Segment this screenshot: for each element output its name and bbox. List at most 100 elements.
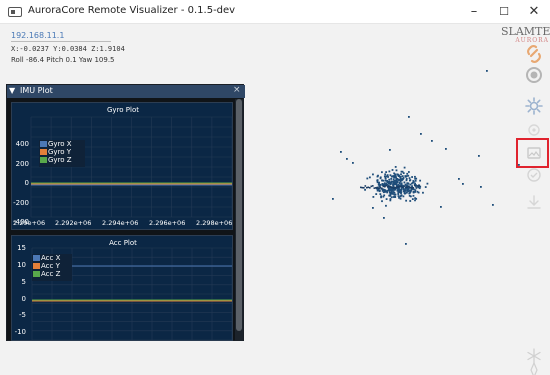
imu-close-icon[interactable]: ×: [233, 85, 241, 95]
cloud-point: [411, 187, 413, 189]
cloud-point: [389, 198, 392, 200]
cloud-point: [458, 178, 460, 180]
cloud-point: [385, 204, 387, 207]
cloud-point: [392, 184, 395, 187]
cloud-point: [379, 177, 382, 180]
settings-icon[interactable]: [522, 94, 546, 118]
cloud-point: [393, 179, 396, 182]
cloud-point: [383, 175, 386, 178]
cloud-point: [407, 171, 410, 173]
gyro-xtick: 2.298e+06: [196, 219, 233, 227]
cloud-point: [420, 133, 422, 135]
cloud-point: [388, 178, 391, 181]
cloud-point: [412, 187, 415, 189]
cloud-point: [376, 175, 379, 178]
cloud-point: [372, 173, 374, 176]
acc-ytick: -10: [14, 328, 26, 336]
acc-ytick: 0: [21, 295, 26, 303]
cloud-point: [409, 179, 412, 181]
gyro-ytick: 200: [15, 160, 29, 168]
cloud-point: [390, 175, 393, 178]
cloud-point: [414, 179, 417, 182]
cloud-point: [380, 195, 383, 198]
cloud-point: [370, 185, 373, 188]
cloud-point: [414, 199, 416, 202]
cloud-point: [393, 187, 395, 189]
cloud-point: [404, 190, 407, 192]
legend-item: Gyro Z: [39, 156, 85, 164]
gyro-plot-canvas[interactable]: [12, 103, 234, 231]
cloud-point: [389, 194, 392, 197]
cloud-point: [391, 186, 394, 189]
cloud-point: [492, 204, 494, 206]
cloud-point: [412, 194, 415, 197]
imu-plot-window[interactable]: ▼ IMU Plot × Gyro Plot 400 200 0 -200 -4…: [6, 84, 245, 341]
acc-plot[interactable]: Acc Plot 15 10 5 0 -5 -10 Acc X Acc Y Ac…: [11, 235, 233, 341]
cloud-point: [360, 186, 362, 189]
cloud-point: [382, 185, 385, 188]
cloud-point: [406, 189, 409, 192]
cloud-point: [380, 171, 383, 174]
cloud-point: [408, 192, 411, 195]
cloud-point: [379, 193, 382, 196]
legend-item: Acc Z: [32, 270, 72, 278]
legend-swatch: [40, 157, 47, 163]
cloud-point: [390, 181, 393, 184]
cloud-point: [385, 171, 388, 174]
cloud-point: [426, 182, 429, 185]
cloud-point: [379, 186, 382, 189]
legend-label: Acc X: [41, 254, 61, 262]
cloud-point: [381, 183, 384, 185]
acc-ytick: 15: [17, 244, 26, 252]
cloud-point: [384, 179, 387, 182]
acc-legend: Acc X Acc Y Acc Z: [32, 254, 72, 281]
record-icon[interactable]: [522, 63, 546, 87]
legend-label: Gyro Z: [48, 156, 72, 164]
download-icon[interactable]: [522, 190, 546, 214]
imu-window-titlebar[interactable]: ▼ IMU Plot ×: [7, 85, 245, 98]
acc-ytick: -5: [19, 311, 26, 319]
cloud-point: [394, 188, 397, 191]
cloud-point: [375, 193, 378, 195]
imu-scrollbar-thumb[interactable]: [236, 99, 242, 331]
cloud-point: [390, 190, 393, 192]
cloud-point: [393, 176, 396, 179]
cloud-point: [395, 169, 398, 172]
cloud-point: [373, 187, 376, 189]
cloud-point: [383, 217, 385, 219]
gyro-ytick: 0: [24, 179, 29, 187]
cloud-point: [368, 176, 371, 179]
gyro-plot[interactable]: Gyro Plot 400 200 0 -200 -400 Gyro X Gyr…: [11, 102, 233, 230]
cloud-point: [396, 173, 399, 176]
cloud-point: [417, 191, 420, 194]
cloud-point: [340, 151, 342, 153]
cloud-point: [408, 116, 410, 118]
cloud-point: [394, 196, 397, 198]
legend-item: Acc X: [32, 254, 72, 262]
cloud-point: [364, 188, 366, 191]
cloud-point: [402, 172, 405, 175]
cloud-point: [407, 174, 410, 177]
compass-icon[interactable]: [522, 358, 546, 375]
legend-swatch: [33, 263, 40, 269]
gyro-xtick: 2.292e+06: [55, 219, 92, 227]
cloud-point: [414, 175, 416, 178]
cloud-point: [375, 187, 377, 189]
cloud-point: [391, 169, 394, 171]
cloud-point: [387, 176, 389, 178]
cloud-point: [389, 149, 391, 151]
cloud-point: [383, 194, 386, 197]
legend-label: Acc Z: [41, 270, 61, 278]
cloud-point: [414, 184, 416, 187]
cloud-point: [398, 191, 401, 193]
legend-item: Acc Y: [32, 262, 72, 270]
legend-swatch: [40, 149, 47, 155]
cloud-point: [403, 191, 406, 194]
collapse-arrow-icon[interactable]: ▼: [9, 86, 15, 95]
cloud-point: [402, 195, 405, 198]
cloud-point: [392, 196, 395, 198]
acc-plot-canvas[interactable]: [12, 236, 234, 342]
cloud-point: [400, 173, 402, 176]
cloud-point: [462, 183, 464, 185]
cloud-point: [378, 187, 380, 189]
